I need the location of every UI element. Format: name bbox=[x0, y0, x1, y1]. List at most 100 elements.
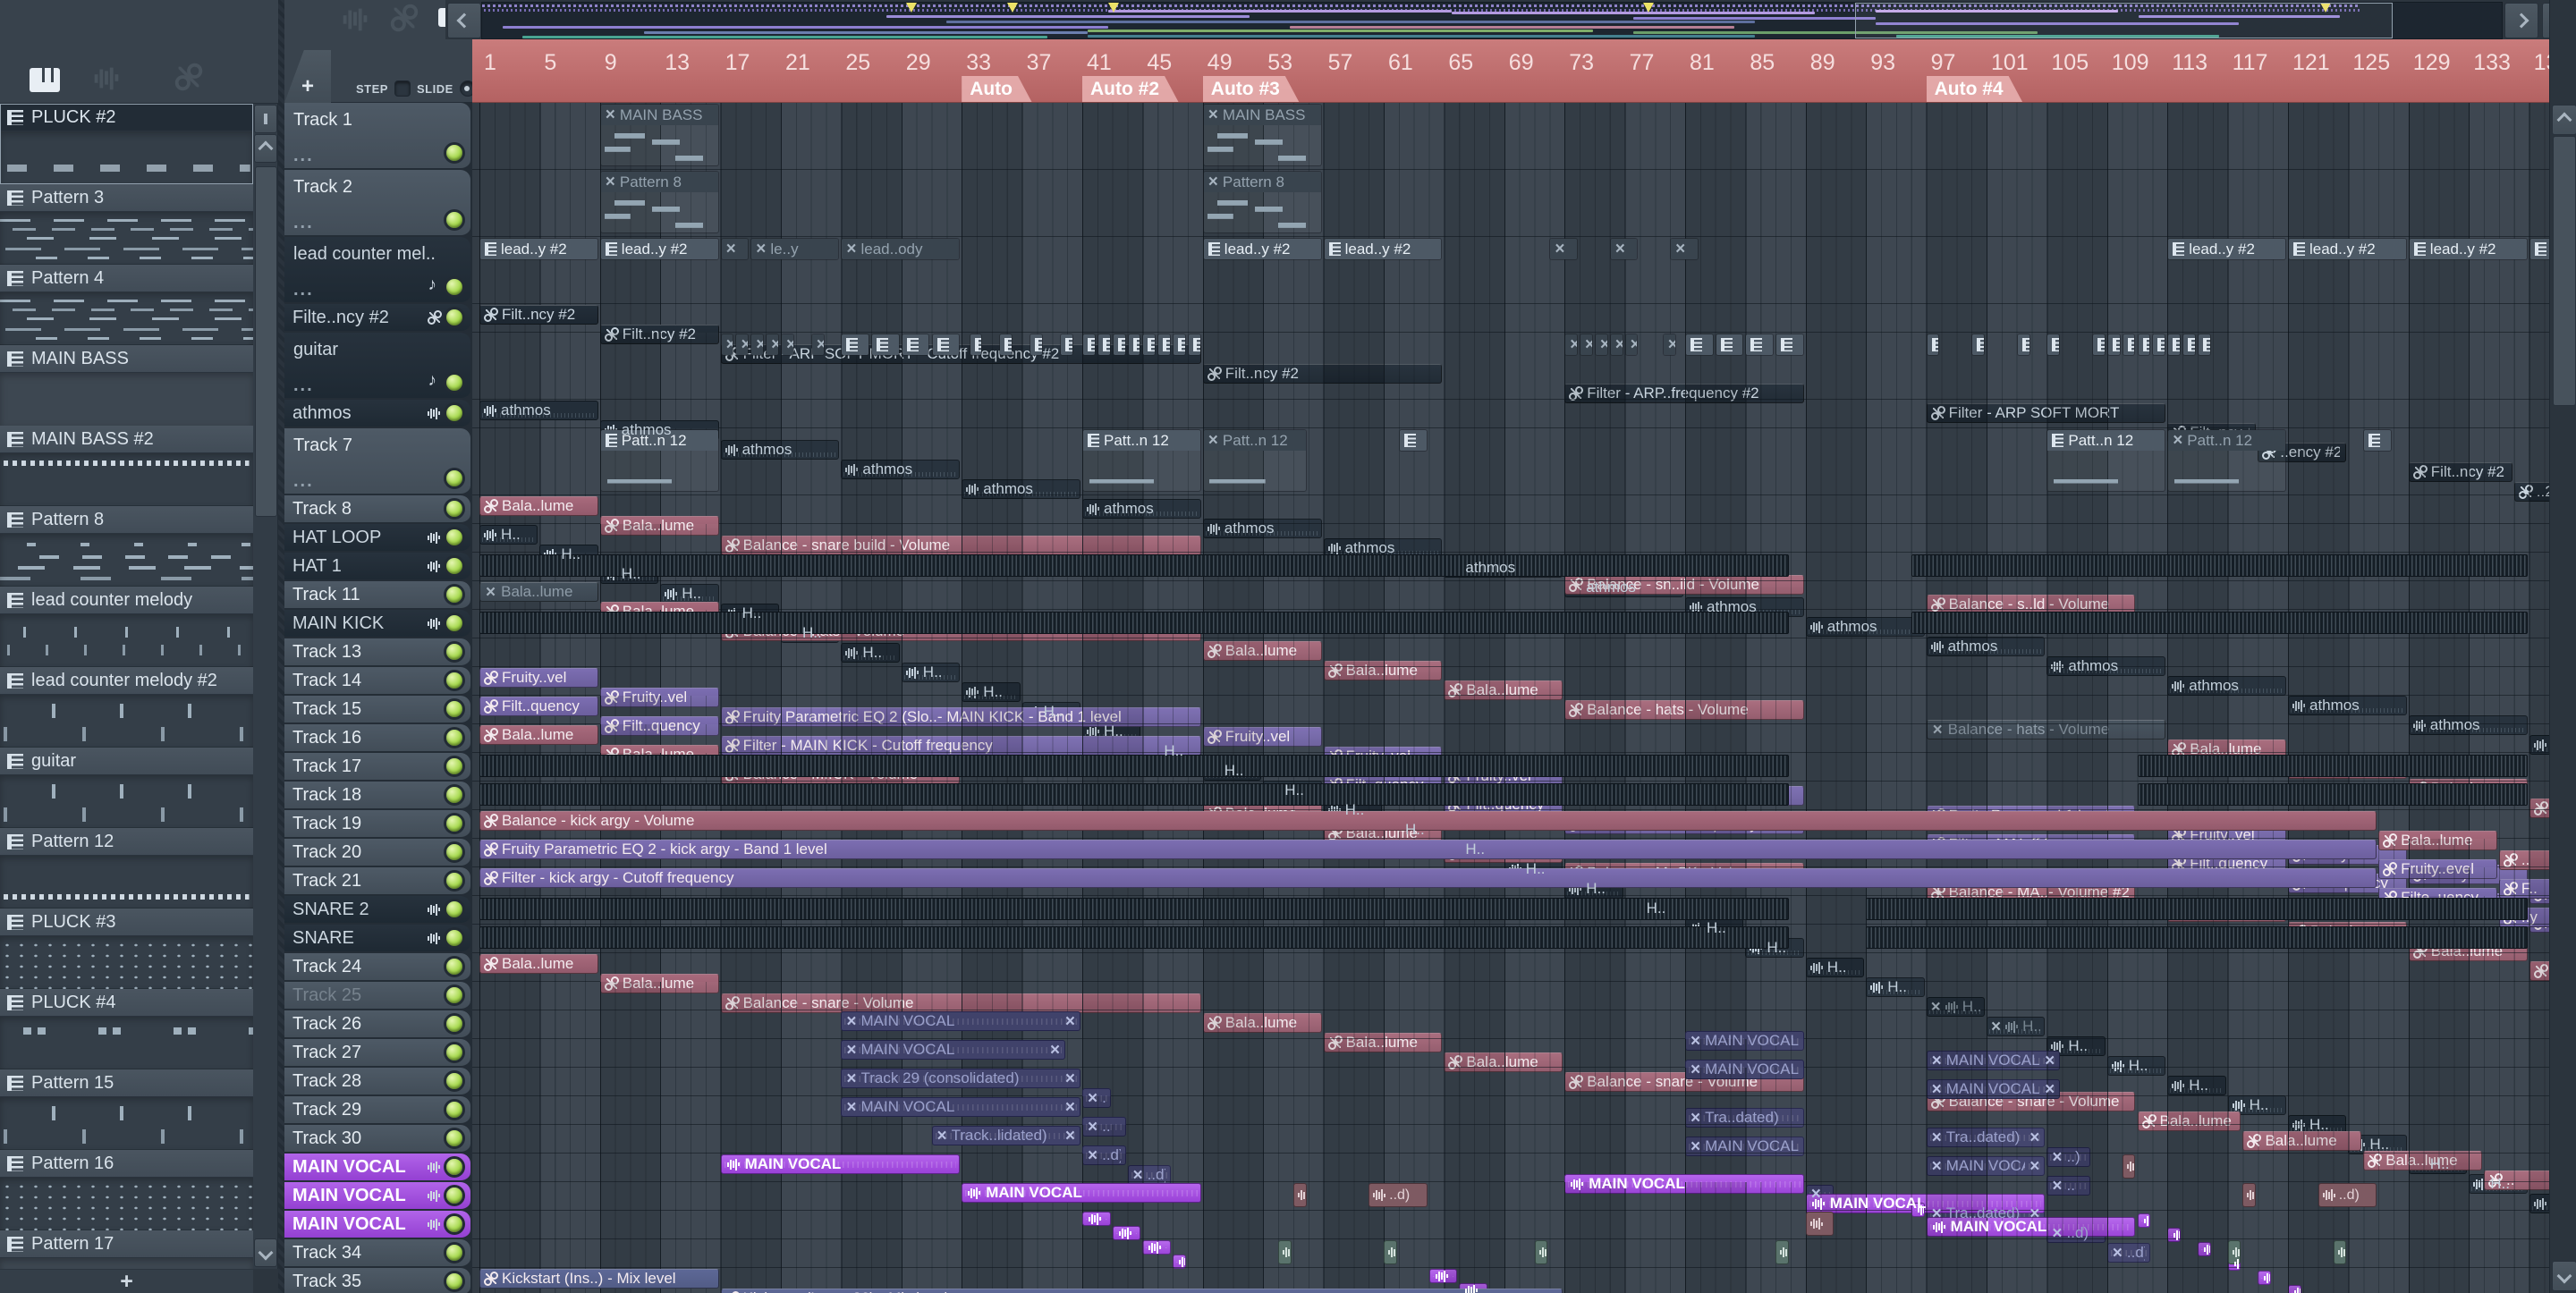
automation-clip[interactable]: Fruity..vel bbox=[479, 668, 598, 688]
pattern-clip[interactable]: × Patt..n 12 bbox=[2167, 429, 2286, 492]
track-header[interactable]: Track 8 bbox=[284, 495, 470, 524]
track-header[interactable]: Track 35 bbox=[284, 1268, 470, 1293]
small-audio-clip[interactable] bbox=[1775, 1240, 1789, 1264]
muted-vocal-clip[interactable]: ×MAIN VOCAL× bbox=[841, 1040, 1066, 1060]
pattern-clip[interactable] bbox=[2016, 334, 2030, 356]
timeline-ruler[interactable]: 1 5 9 13 17 21 25 29 33 37 41 45 49 53 57 61 65 69 73 77 81 8… bbox=[472, 39, 2549, 103]
pattern-item[interactable]: Pattern 4 bbox=[0, 265, 253, 345]
pattern-clip[interactable]: × MAIN BASS bbox=[1202, 104, 1322, 166]
pattern-clip[interactable]: Patt..n 12 bbox=[2046, 429, 2166, 492]
pattern-clip[interactable] bbox=[2152, 334, 2166, 356]
automation-clip[interactable]: Filt..ncy #2 bbox=[479, 305, 598, 325]
pattern-clip[interactable] bbox=[1097, 334, 1111, 356]
track-header[interactable]: Track 11 bbox=[284, 581, 470, 610]
track-header[interactable]: MAIN VOCAL bbox=[284, 1154, 470, 1182]
timeline-marker[interactable]: Auto #2 bbox=[1082, 76, 1179, 103]
audio-stripe-block[interactable] bbox=[2137, 755, 2528, 777]
track-header[interactable]: Track 24 bbox=[284, 953, 470, 982]
scroll-right-button[interactable] bbox=[2504, 3, 2538, 38]
scrollbar-focus-button[interactable] bbox=[254, 105, 277, 133]
slide-tool-link-icon[interactable] bbox=[390, 4, 419, 32]
add-pattern-button[interactable]: + bbox=[0, 1269, 253, 1293]
scrollbar-thumb[interactable] bbox=[255, 166, 277, 517]
track-header[interactable]: Track 17 bbox=[284, 753, 470, 782]
track-mute-led[interactable] bbox=[446, 1159, 462, 1175]
pattern-clip[interactable]: × bbox=[720, 238, 750, 260]
track-header[interactable]: Track 13 bbox=[284, 638, 470, 667]
timeline-marker[interactable]: Auto bbox=[962, 76, 1032, 103]
pattern-item[interactable]: MAIN BASS bbox=[0, 345, 253, 426]
track-mute-led[interactable] bbox=[446, 901, 462, 917]
pattern-clip[interactable] bbox=[969, 334, 983, 356]
minimap-viewport[interactable] bbox=[1855, 3, 2393, 38]
pattern-item[interactable]: lead counter melody #2 bbox=[0, 667, 253, 748]
small-audio-clip[interactable] bbox=[2242, 1183, 2257, 1207]
track-mute-led[interactable] bbox=[446, 844, 462, 860]
scrollbar-thumb[interactable] bbox=[2553, 136, 2576, 406]
timeline-marker[interactable]: Auto #3 bbox=[1203, 76, 1300, 103]
pattern-clip[interactable]: × bbox=[735, 334, 750, 356]
pattern-clip[interactable] bbox=[841, 334, 870, 356]
pattern-clip[interactable]: × Pattern 8 bbox=[599, 171, 719, 233]
track-header[interactable]: Track 30 bbox=[284, 1125, 470, 1154]
track-mute-led[interactable] bbox=[446, 758, 462, 774]
automation-clip[interactable]: Bala..lume bbox=[479, 954, 598, 974]
pattern-item[interactable]: PLUCK #4 bbox=[0, 989, 253, 1069]
song-minimap[interactable] bbox=[481, 2, 2503, 39]
muted-vocal-clip[interactable]: ×MAIN VOCAL× bbox=[1926, 1079, 2061, 1099]
pattern-clip[interactable] bbox=[2182, 334, 2196, 356]
automation-clip[interactable]: Kickstart (Ins..) - Mix level bbox=[479, 1269, 719, 1289]
pattern-clip[interactable]: lead..y #2 bbox=[2167, 238, 2286, 260]
pattern-clip[interactable] bbox=[2167, 334, 2182, 356]
track-mute-led[interactable] bbox=[446, 1273, 462, 1289]
pattern-clip[interactable] bbox=[2363, 429, 2392, 452]
pattern-clip[interactable] bbox=[999, 334, 1013, 356]
track-header[interactable]: Track 2... bbox=[284, 170, 470, 237]
pattern-clip[interactable]: lead..y #2 bbox=[2408, 238, 2528, 260]
track-header[interactable]: MAIN KICK bbox=[284, 610, 470, 638]
small-audio-clip[interactable]: ..d) bbox=[1368, 1183, 1428, 1207]
vocal-audio-clip[interactable]: MAIN VOCAL bbox=[1805, 1194, 2046, 1213]
pattern-item[interactable]: guitar bbox=[0, 748, 253, 828]
pattern-item[interactable]: Pattern 17 bbox=[0, 1230, 253, 1269]
track-header[interactable]: Track 16 bbox=[284, 724, 470, 753]
track-mute-led[interactable] bbox=[446, 1130, 462, 1146]
track-mute-led[interactable] bbox=[446, 701, 462, 717]
pattern-clip[interactable]: × MAIN BASS bbox=[599, 104, 719, 166]
track-mute-led[interactable] bbox=[446, 787, 462, 803]
pattern-clip[interactable] bbox=[1715, 334, 1744, 356]
pattern-clip[interactable]: Patt..n 12 bbox=[1082, 429, 1201, 492]
scroll-up-button[interactable] bbox=[2552, 105, 2576, 135]
track-mute-led[interactable] bbox=[446, 1073, 462, 1089]
pattern-item[interactable]: MAIN BASS #2 bbox=[0, 426, 253, 506]
audio-clip[interactable]: H.. bbox=[479, 525, 538, 545]
track-mute-led[interactable] bbox=[446, 730, 462, 746]
track-mute-led[interactable] bbox=[446, 375, 462, 391]
pattern-clip[interactable]: lead..y #2 bbox=[1202, 238, 1322, 260]
track-mute-led[interactable] bbox=[446, 529, 462, 545]
small-audio-clip[interactable]: ..d) bbox=[2318, 1183, 2377, 1207]
audio-stripe-block[interactable] bbox=[2137, 783, 2528, 806]
pattern-clip[interactable]: × bbox=[1662, 334, 1676, 356]
timeline-marker[interactable]: Auto #4 bbox=[1927, 76, 2023, 103]
pattern-item[interactable]: Pattern 15 bbox=[0, 1069, 253, 1150]
pattern-clip[interactable]: × bbox=[1594, 334, 1608, 356]
pattern-list-scrollbar[interactable] bbox=[253, 104, 278, 1269]
audio-stripe-block[interactable] bbox=[1911, 612, 2528, 634]
audio-stripe-block[interactable] bbox=[1866, 898, 2528, 920]
pattern-item[interactable]: lead counter melody bbox=[0, 587, 253, 667]
track-header[interactable]: athmos bbox=[284, 400, 470, 428]
pattern-clip[interactable]: × bbox=[1670, 238, 1699, 260]
muted-vocal-clip[interactable]: ×..) bbox=[2046, 1147, 2090, 1167]
audio-clip[interactable]: athmos bbox=[479, 401, 598, 420]
muted-vocal-clip[interactable]: × Track 29 (consolidated) × bbox=[841, 1069, 1080, 1088]
track-mute-led[interactable] bbox=[446, 873, 462, 889]
track-header[interactable]: HAT LOOP bbox=[284, 524, 470, 553]
track-header[interactable]: Track 14 bbox=[284, 667, 470, 696]
pattern-clip[interactable]: × Patt..n 12 bbox=[1202, 429, 1307, 492]
track-mute-led[interactable] bbox=[446, 959, 462, 975]
track-mute-led[interactable] bbox=[446, 615, 462, 631]
track-header[interactable]: Track 19 bbox=[284, 810, 470, 839]
pattern-clip[interactable] bbox=[2106, 334, 2121, 356]
playlist-scrollbar[interactable] bbox=[2549, 0, 2576, 1293]
